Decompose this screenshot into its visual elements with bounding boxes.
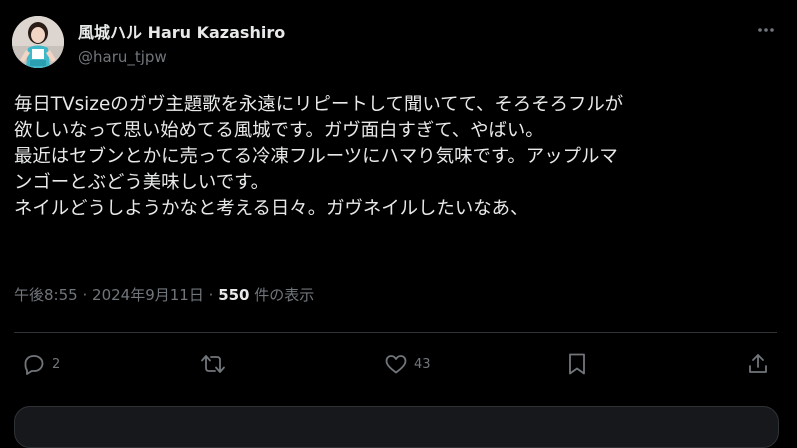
tweet-text-line: ネイルどうしようかなと考える日々。ガヴネイルしたいなあ、 — [14, 198, 529, 219]
author-name-row: 風城ハル Haru Kazashiro — [78, 20, 285, 42]
tweet-text: 毎日TVsizeのガヴ主題歌を永遠にリピートして聞いてて、そろそろフルが 欲しい… — [14, 92, 789, 222]
like-button[interactable]: 43 — [384, 348, 431, 380]
meta-separator: · — [208, 286, 214, 304]
retweet-button[interactable] — [200, 348, 232, 380]
meta-separator: · — [82, 286, 88, 304]
more-dots-icon — [758, 28, 774, 32]
avatar[interactable] — [12, 16, 64, 68]
tweet-card: 風城ハル Haru Kazashiro @haru_tjpw 毎日TVsizeの… — [0, 0, 797, 448]
divider — [14, 332, 777, 333]
reply-count: 2 — [52, 356, 61, 372]
views-count: 550 — [218, 286, 250, 304]
tweet-text-line: ンゴーとぶどう美味しいです。 — [14, 172, 270, 193]
author-display-name[interactable]: 風城ハル Haru Kazashiro — [78, 19, 285, 43]
tweet-date: 2024年9月11日 — [92, 286, 204, 304]
more-options-button[interactable] — [752, 18, 780, 42]
tweet-time: 午後8:55 — [14, 286, 78, 304]
tweet-time-link[interactable]: 午後8:55 · 2024年9月11日 — [14, 286, 204, 304]
action-bar: 2 43 — [0, 344, 797, 384]
tweet-text-line: 欲しいなって思い始めてる風城です。ガヴ面白すぎて、やばい。 — [14, 120, 544, 141]
views-label: 件の表示 — [254, 286, 315, 304]
bookmark-button[interactable] — [566, 348, 588, 380]
share-upload-icon — [749, 354, 767, 373]
heart-icon — [385, 355, 407, 374]
retweet-arrows-icon — [201, 355, 225, 373]
bookmark-icon — [569, 353, 585, 375]
tweet-text-line: 毎日TVsizeのガヴ主題歌を永遠にリピートして聞いてて、そろそろフルが — [14, 94, 624, 115]
reply-bubble-icon — [24, 355, 44, 375]
reply-composer[interactable] — [14, 406, 779, 448]
avatar-image — [12, 16, 64, 68]
tweet-text-line: 最近はセブンとかに売ってる冷凍フルーツにハマり気味です。アップルマ — [14, 146, 618, 167]
share-button[interactable] — [746, 348, 770, 380]
like-count: 43 — [414, 356, 431, 372]
tweet-meta: 午後8:55 · 2024年9月11日 · 550 件の表示 — [14, 284, 314, 305]
reply-button[interactable]: 2 — [22, 348, 60, 380]
author-handle[interactable]: @haru_tjpw — [78, 48, 167, 66]
